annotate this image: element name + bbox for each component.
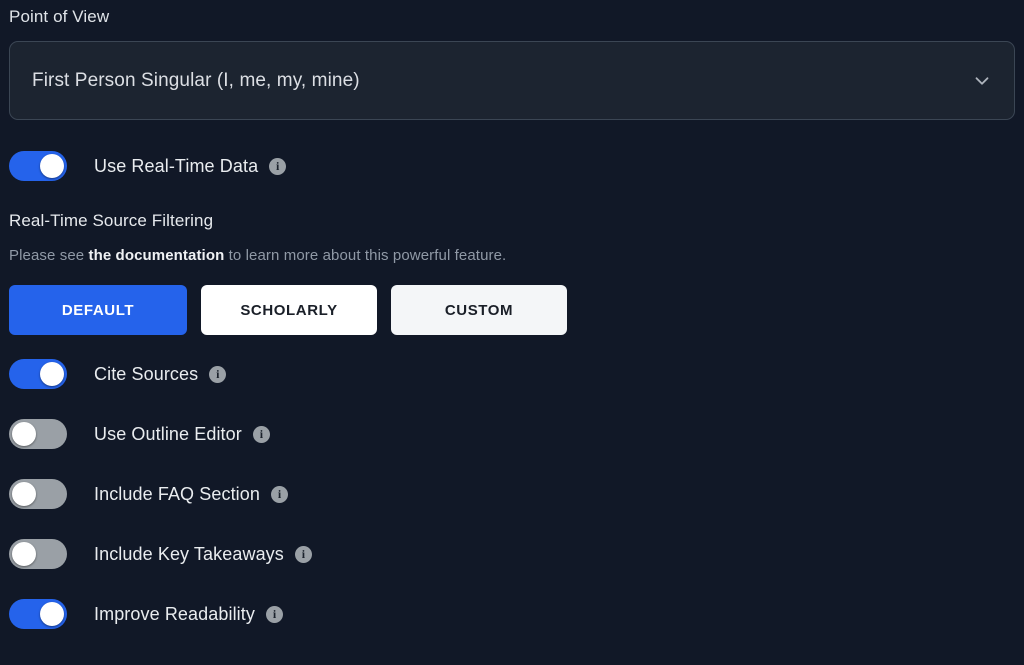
toggle-knob — [40, 362, 64, 386]
point-of-view-select[interactable]: First Person Singular (I, me, my, mine) — [9, 41, 1015, 120]
desc-text-after: to learn more about this powerful featur… — [224, 247, 507, 264]
toggle-knob — [40, 602, 64, 626]
info-icon[interactable]: i — [209, 365, 227, 383]
settings-panel: Point of View First Person Singular (I, … — [0, 0, 1024, 665]
section-description: Please see the documentation to learn mo… — [9, 247, 1015, 264]
toggle-label-cite-sources: Cite Sources — [94, 363, 199, 384]
toggle-use-real-time-data[interactable] — [9, 151, 67, 181]
toggle-include-key-takeaways[interactable] — [9, 539, 67, 569]
toggle-label-improve-readability: Improve Readability — [94, 603, 255, 624]
options-list: Cite Sources i Use Outline Editor i Incl… — [9, 344, 1015, 644]
toggle-row-cite-sources[interactable]: Cite Sources i — [9, 344, 1015, 404]
toggle-row-use-outline-editor[interactable]: Use Outline Editor i — [9, 404, 1015, 464]
toggle-use-outline-editor[interactable] — [9, 419, 67, 449]
source-filtering-button-group: DEFAULT SCHOLARLY CUSTOM — [9, 285, 1015, 335]
documentation-link[interactable]: the documentation — [88, 247, 224, 264]
toggle-knob — [12, 542, 36, 566]
chevron-down-icon[interactable] — [970, 69, 994, 93]
toggle-row-improve-readability[interactable]: Improve Readability i — [9, 584, 1015, 644]
info-icon[interactable]: i — [271, 485, 288, 503]
toggle-row-include-key-takeaways[interactable]: Include Key Takeaways i — [9, 524, 1015, 584]
filter-button-default[interactable]: DEFAULT — [9, 285, 187, 335]
toggle-include-faq-section[interactable] — [9, 479, 67, 509]
toggle-row-include-faq-section[interactable]: Include FAQ Section i — [9, 464, 1015, 524]
toggle-label-include-faq-section: Include FAQ Section — [94, 483, 260, 504]
toggle-knob — [12, 482, 36, 506]
toggle-knob — [40, 154, 64, 178]
info-icon[interactable]: i — [294, 545, 312, 563]
filter-button-scholarly[interactable]: SCHOLARLY — [201, 285, 377, 335]
section-title-source-filtering: Real-Time Source Filtering — [9, 211, 214, 230]
info-icon[interactable]: i — [269, 157, 287, 175]
toggle-cite-sources[interactable] — [9, 359, 67, 389]
toggle-label-use-outline-editor: Use Outline Editor — [94, 423, 242, 444]
toggle-row-use-real-time-data[interactable]: Use Real-Time Data i — [9, 136, 1015, 196]
toggle-label-use-real-time-data: Use Real-Time Data — [94, 155, 259, 176]
filter-button-custom[interactable]: CUSTOM — [391, 285, 567, 335]
toggle-label-include-key-takeaways: Include Key Takeaways — [94, 543, 284, 564]
desc-text-before: Please see — [9, 247, 89, 264]
toggle-knob — [12, 422, 36, 446]
point-of-view-label: Point of View — [9, 7, 110, 26]
toggle-improve-readability[interactable] — [9, 599, 67, 629]
point-of-view-selected-value: First Person Singular (I, me, my, mine) — [32, 69, 360, 91]
info-icon[interactable]: i — [252, 425, 270, 443]
info-icon[interactable]: i — [265, 605, 283, 623]
